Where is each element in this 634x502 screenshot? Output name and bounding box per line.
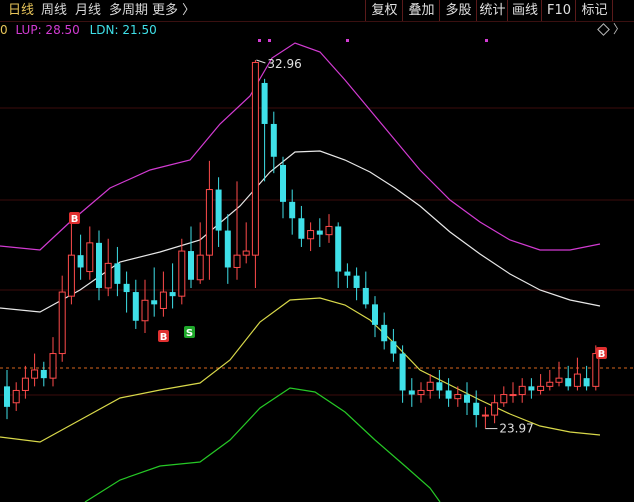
candle-body-down bbox=[344, 271, 351, 276]
candle-body-up bbox=[325, 225, 333, 236]
candle-body-down bbox=[464, 394, 470, 403]
candle-body-down bbox=[151, 300, 158, 305]
candle-body-up bbox=[509, 394, 517, 397]
candle-body-down bbox=[188, 251, 194, 280]
candle-body-up bbox=[233, 254, 241, 268]
candle-body-up bbox=[242, 250, 250, 256]
candle-body-up bbox=[67, 254, 75, 297]
candle-body-down bbox=[381, 324, 388, 342]
candle-body-down bbox=[298, 218, 305, 239]
candle-body-up bbox=[196, 254, 204, 281]
candle-body-down bbox=[169, 292, 176, 297]
candle-body-down bbox=[473, 402, 480, 416]
candle-body-up bbox=[426, 381, 434, 391]
candle-body-down bbox=[4, 386, 10, 407]
candle-body-down bbox=[123, 283, 130, 293]
buy-marker-badge: B bbox=[598, 349, 606, 360]
candle-body-up bbox=[491, 402, 499, 416]
candle-body-down bbox=[224, 230, 231, 268]
candle-body-up bbox=[21, 377, 29, 391]
candle-body-down bbox=[445, 390, 452, 399]
candle-body-up bbox=[307, 230, 315, 240]
candle-body-up bbox=[205, 189, 213, 256]
candle-body-down bbox=[372, 304, 378, 325]
candle-body-up bbox=[481, 414, 489, 417]
candle-body-up bbox=[86, 242, 94, 273]
candle-body-down bbox=[280, 164, 286, 202]
candle-body-down bbox=[40, 369, 47, 379]
candle-body-down bbox=[528, 386, 535, 391]
candle-body-down bbox=[114, 263, 121, 284]
signal-dot bbox=[485, 39, 488, 42]
candle-body-up bbox=[546, 381, 554, 387]
candle-body-up bbox=[58, 291, 66, 355]
candle-body-down bbox=[408, 390, 415, 395]
candle-body-down bbox=[583, 378, 590, 387]
candlestick-chart: 32.96 23.97 B B S B bbox=[0, 39, 634, 502]
candle-body-up bbox=[159, 291, 167, 309]
lower-band-line bbox=[0, 297, 601, 443]
candle-body-up bbox=[555, 377, 563, 383]
candle-body-down bbox=[270, 123, 277, 157]
candle-body-down bbox=[96, 242, 102, 288]
signal-dot bbox=[346, 39, 349, 42]
candle-body-down bbox=[215, 189, 222, 231]
candle-body-up bbox=[178, 250, 186, 297]
sell-marker-badge: S bbox=[186, 328, 193, 339]
candle-body-down bbox=[289, 201, 296, 219]
buy-marker-badge: B bbox=[160, 332, 168, 343]
candle-body-up bbox=[251, 61, 259, 256]
high-price-label: 32.96 bbox=[267, 57, 301, 71]
candle-body-up bbox=[141, 299, 149, 322]
candle-body-up bbox=[573, 373, 581, 387]
candle-body-down bbox=[565, 378, 572, 387]
candle-body-up bbox=[518, 385, 526, 396]
low-price-label: 23.97 bbox=[499, 422, 533, 436]
candle-body-up bbox=[31, 369, 39, 379]
candle-body-down bbox=[353, 275, 360, 288]
candle-body-down bbox=[390, 341, 397, 354]
candle-body-up bbox=[104, 262, 112, 289]
buy-marker-badge: B bbox=[71, 214, 79, 225]
candle-body-down bbox=[261, 82, 268, 124]
candle-body-down bbox=[362, 287, 369, 305]
candle-body-down bbox=[436, 382, 443, 391]
candle-body-up bbox=[49, 353, 57, 379]
candle-body-up bbox=[417, 389, 425, 396]
green-band-line bbox=[84, 387, 441, 502]
signal-dot bbox=[268, 39, 271, 42]
candle-body-down bbox=[132, 292, 139, 321]
candle-body-up bbox=[12, 389, 20, 404]
candle-body-down bbox=[77, 255, 84, 268]
candle-body-up bbox=[500, 394, 508, 404]
signal-dot bbox=[258, 39, 261, 42]
candle-body-down bbox=[399, 353, 406, 391]
candle-body-up bbox=[454, 394, 462, 400]
candle-body-up bbox=[537, 385, 545, 391]
candle-body-down bbox=[316, 230, 323, 235]
candle-body-down bbox=[335, 226, 342, 272]
